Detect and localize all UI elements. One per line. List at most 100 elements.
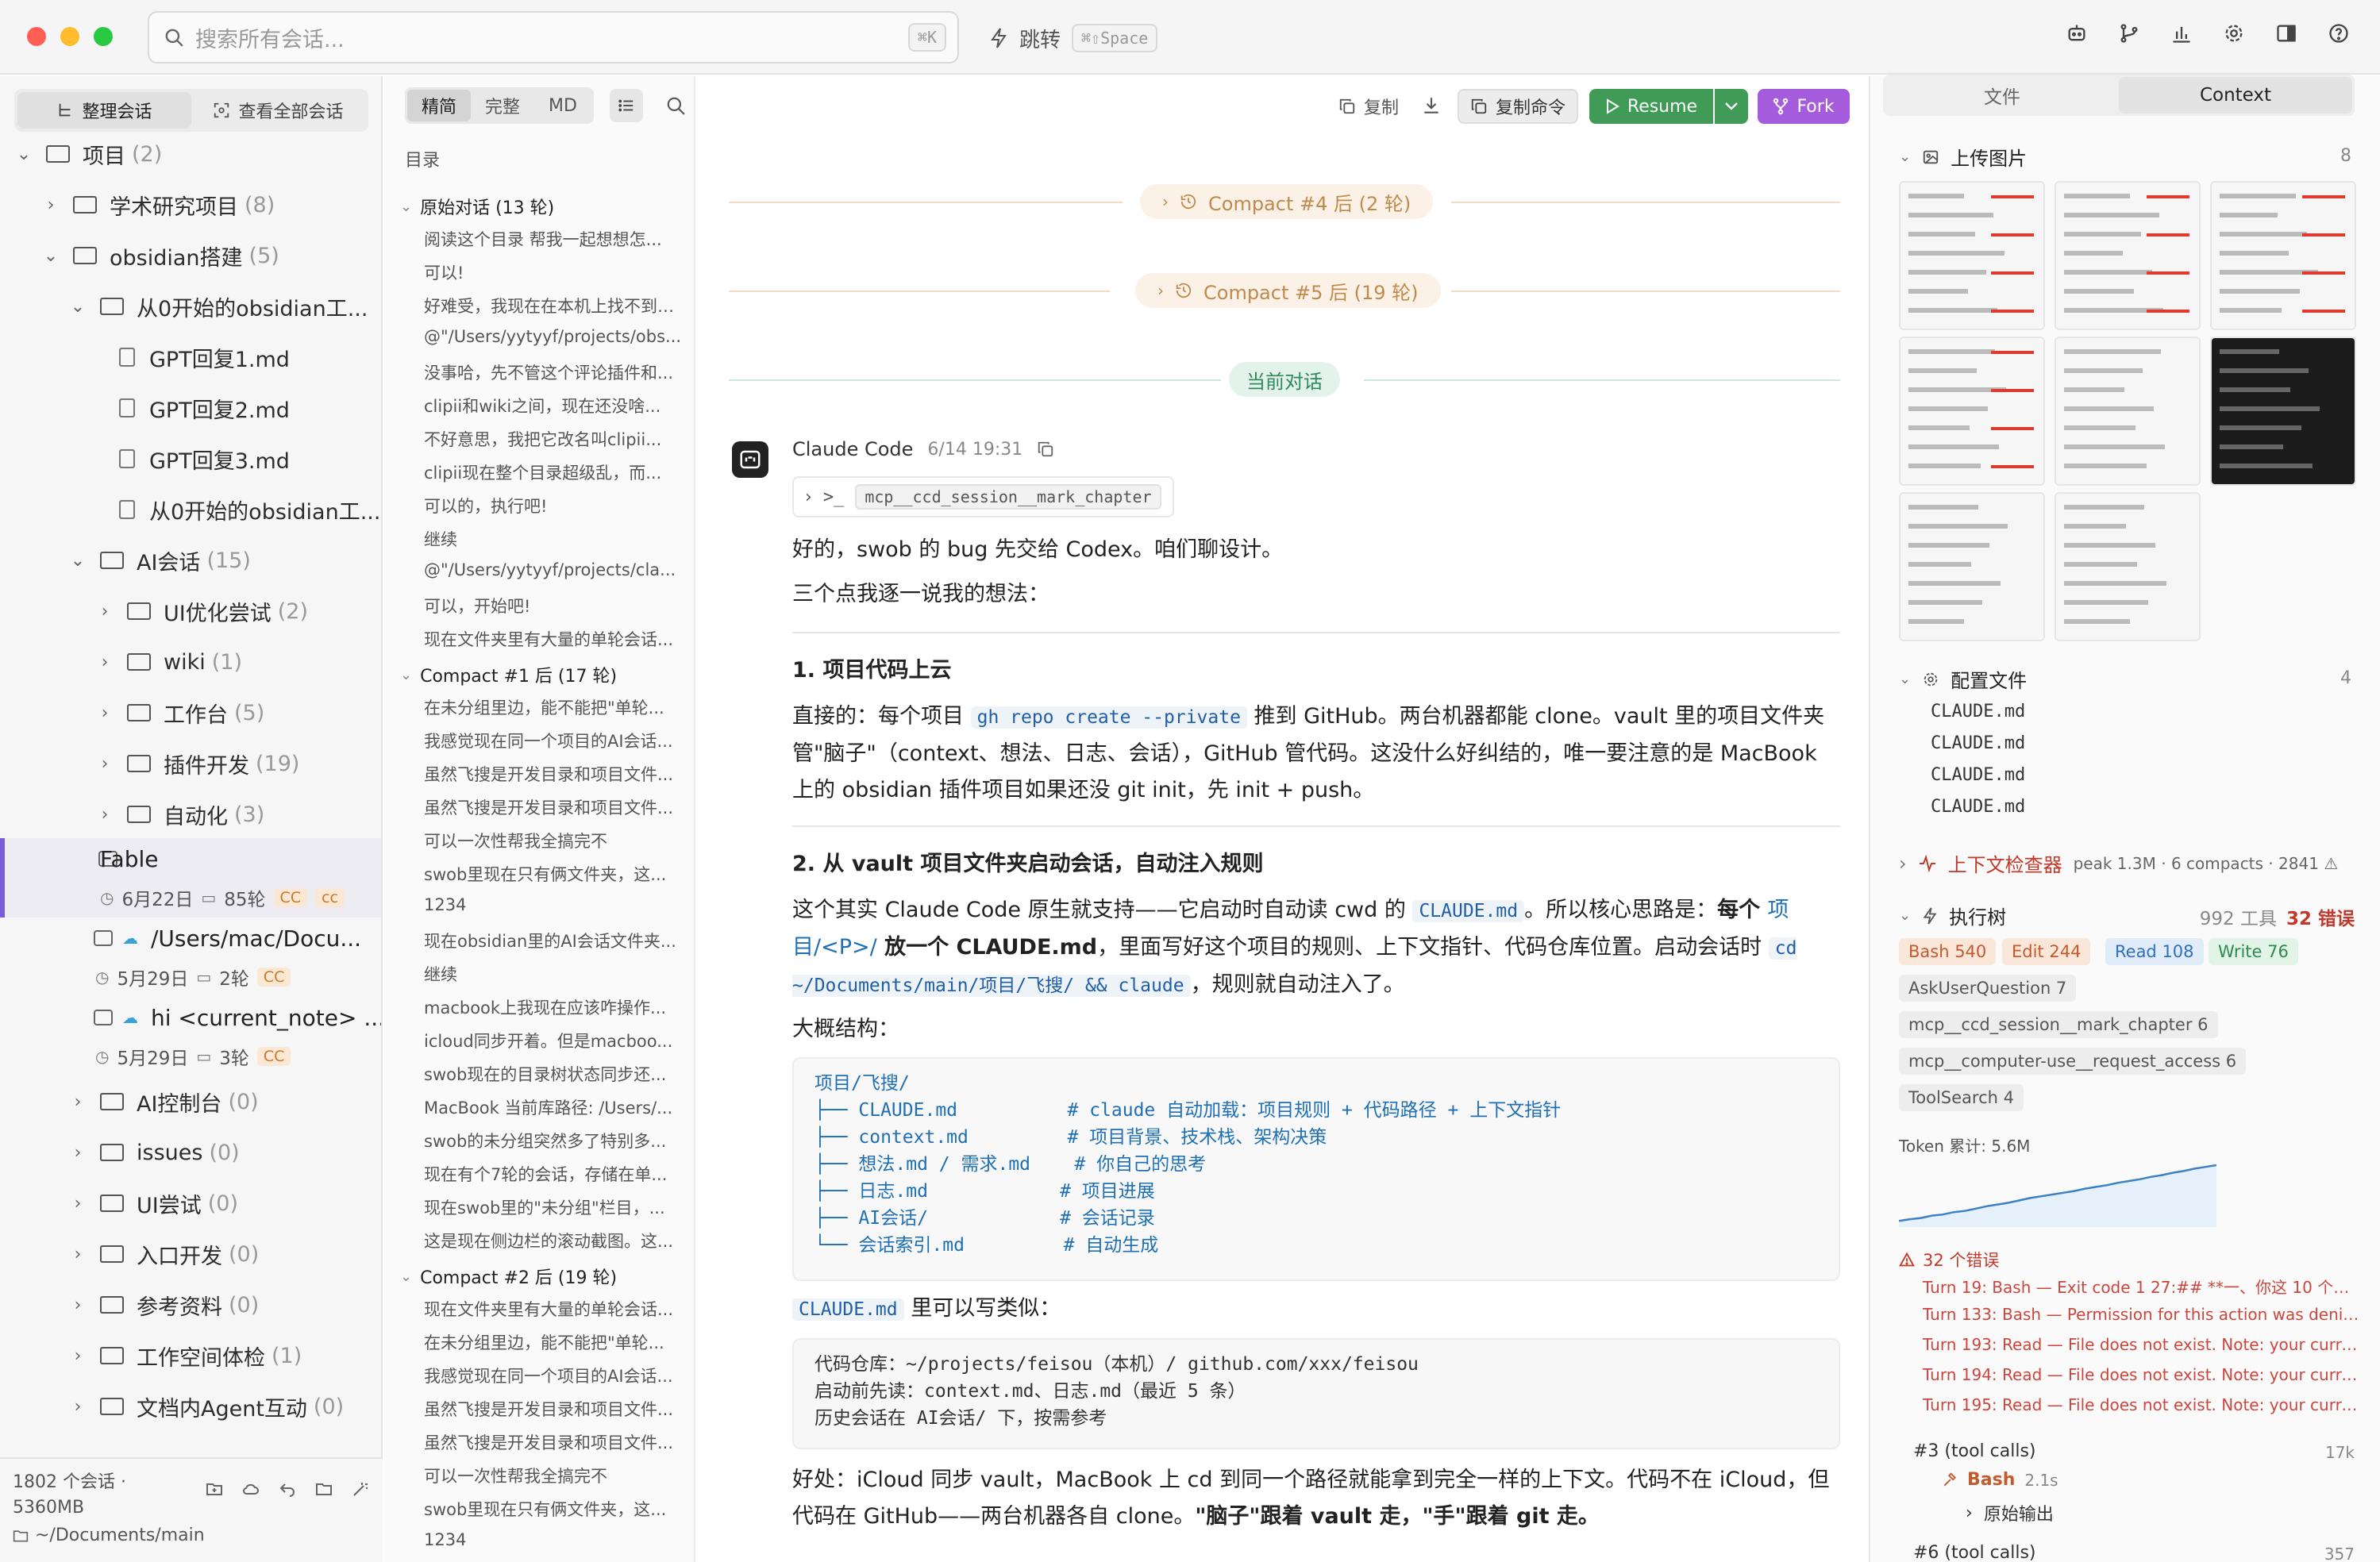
toc-item[interactable]: 好难受，我现在在本机上找不到开...	[424, 294, 686, 317]
vault-path[interactable]: ~/Documents/main	[13, 1525, 205, 1545]
tool-tag[interactable]: mcp__computer-use__request_access 6	[1899, 1048, 2247, 1075]
folder-add-icon[interactable]	[205, 1479, 224, 1499]
toc-item[interactable]: 现在swob里的"未分组"栏目，...	[424, 1195, 686, 1219]
image-thumbnail[interactable]	[1899, 337, 2045, 486]
session-item[interactable]: Fable ◷ 6月22日 ▭ 85轮 CC cc	[0, 838, 381, 918]
toc-item[interactable]: swob的未分组突然多了特别多...	[424, 1129, 686, 1152]
chevron-right-icon[interactable]: ›	[95, 805, 114, 825]
image-thumbnail[interactable]	[2055, 492, 2201, 641]
tree-item-folder[interactable]: › wiki (1)	[0, 638, 381, 686]
images-section-header[interactable]: ⌄ 上传图片	[1899, 143, 2027, 171]
chevron-right-icon[interactable]: ›	[68, 1245, 87, 1264]
cloud-icon[interactable]	[241, 1479, 260, 1499]
toc-item[interactable]: 在未分组里边，能不能把"单轮...	[424, 1330, 686, 1354]
errors-header[interactable]: 32 个错误	[1899, 1248, 1999, 1272]
tool-call-group[interactable]: #3 (tool calls)	[1913, 1441, 2036, 1461]
toc-item[interactable]: swob里现在只有俩文件夹，这...	[424, 862, 686, 886]
config-file[interactable]: CLAUDE.md	[1931, 797, 2025, 817]
toc-item[interactable]: 继续	[424, 527, 686, 551]
toc-item[interactable]: 虽然飞搜是开发目录和项目文件...	[424, 795, 686, 819]
toc-item[interactable]: 现在文件夹里有大量的单轮会话...	[424, 627, 686, 651]
tab-all-sessions[interactable]: 查看全部会话	[191, 92, 365, 129]
tool-tag[interactable]: Read 108	[2105, 938, 2204, 965]
toc-item[interactable]: clipii现在整个目录超级乱，而...	[424, 460, 686, 484]
tree-item-folder[interactable]: ⌄ obsidian搭建 (5)	[0, 232, 381, 279]
tree-item-folder[interactable]: › 工作空间体检 (1)	[0, 1332, 381, 1379]
toc-item[interactable]: 可以一次性帮我全搞完不	[424, 829, 686, 852]
chevron-right-icon[interactable]: ›	[68, 1346, 87, 1366]
copy-button[interactable]: 复制	[1327, 89, 1410, 124]
chevron-right-icon[interactable]: ›	[95, 703, 114, 723]
tool-tag[interactable]: ToolSearch 4	[1899, 1084, 2024, 1111]
tool-tag[interactable]: mcp__ccd_session__mark_chapter 6	[1899, 1011, 2218, 1038]
inspector-section-header[interactable]: › 上下文检查器 peak 1.3M · 6 compacts · 2841 ⚠	[1899, 849, 2338, 877]
toc-item[interactable]: 现在有个7轮的会话，存储在单...	[424, 1162, 686, 1186]
search-input[interactable]: 搜索所有会话...	[195, 22, 908, 53]
error-item[interactable]: Turn 193: Read — File does not exist. No…	[1923, 1335, 2359, 1354]
fork-button[interactable]: Fork	[1758, 89, 1850, 124]
chevron-down-icon[interactable]: ⌄	[68, 551, 87, 571]
help-icon[interactable]	[2328, 22, 2350, 44]
jump-button[interactable]: 跳转 ⌘⇧Space	[989, 21, 1158, 56]
toc-item[interactable]: 没事哈，先不管这个评论插件和...	[424, 360, 686, 384]
gear-icon[interactable]	[2223, 22, 2245, 44]
tree-item-folder[interactable]: › UI尝试 (0)	[0, 1179, 381, 1227]
tree-item-folder[interactable]: › 参考资料 (0)	[0, 1281, 381, 1329]
toc-item[interactable]: 可以一次性帮我全搞完不	[424, 1464, 686, 1487]
toc-item[interactable]: 我感觉现在同一个项目的AI会话...	[424, 1364, 686, 1387]
chevron-right-icon[interactable]: ›	[95, 652, 114, 672]
tab-organize-sessions[interactable]: 整理会话	[17, 92, 191, 129]
chevron-right-icon[interactable]: ›	[68, 1295, 87, 1315]
toc-item[interactable]: @"/Users/yytyyf/projects/cla...	[424, 560, 686, 579]
image-thumbnail[interactable]	[2210, 181, 2356, 330]
chevron-right-icon[interactable]: ›	[95, 754, 114, 774]
toc-item[interactable]: 虽然飞搜是开发目录和项目文件...	[424, 762, 686, 786]
toc-section[interactable]: ⌄ 原始对话 (13 轮)	[400, 194, 554, 219]
minimize-window-button[interactable]	[60, 27, 79, 46]
toc-item[interactable]: 继续	[424, 962, 686, 986]
tree-item-file[interactable]: 从0开始的obsidian工...	[0, 486, 381, 533]
toc-item[interactable]: 1234	[424, 1530, 686, 1549]
toc-item[interactable]: 可以!	[424, 260, 686, 284]
toc-item[interactable]: 1234	[424, 895, 686, 914]
tool-call-group[interactable]: #6 (tool calls)	[1913, 1543, 2036, 1562]
toc-section[interactable]: ⌄ Compact #2 后 (19 轮)	[400, 1264, 617, 1289]
folder-icon[interactable]	[314, 1479, 333, 1499]
download-icon[interactable]	[1421, 95, 1442, 116]
error-item[interactable]: Turn 195: Read — File does not exist. No…	[1923, 1395, 2359, 1414]
tab-context[interactable]: Context	[2119, 77, 2352, 113]
toc-item[interactable]: 虽然飞搜是开发目录和项目文件...	[424, 1430, 686, 1454]
error-item[interactable]: Turn 194: Read — File does not exist. No…	[1923, 1365, 2359, 1384]
magic-wand-icon[interactable]	[351, 1479, 370, 1499]
raw-output-toggle[interactable]: › 原始输出	[1966, 1500, 2054, 1525]
toc-item[interactable]: icloud同步开着。但是macboo...	[424, 1029, 686, 1052]
toc-item[interactable]: clipii和wiki之间，现在还没啥...	[424, 394, 686, 417]
toc-item[interactable]: MacBook 当前库路径: /Users/...	[424, 1095, 686, 1119]
view-md[interactable]: MD	[534, 90, 591, 121]
panel-layout-icon[interactable]	[2275, 22, 2297, 44]
global-search[interactable]: 搜索所有会话... ⌘K	[148, 11, 959, 63]
resume-options-button[interactable]	[1715, 89, 1748, 124]
chevron-right-icon[interactable]: ›	[68, 1143, 87, 1163]
tree-item-folder[interactable]: › 自动化 (3)	[0, 791, 381, 838]
toc-item[interactable]: 现在文件夹里有大量的单轮会话...	[424, 1297, 686, 1321]
close-window-button[interactable]	[27, 27, 46, 46]
tree-item-folder[interactable]: › AI控制台 (0)	[0, 1078, 381, 1125]
config-file[interactable]: CLAUDE.md	[1931, 733, 2025, 753]
bash-call-row[interactable]: Bash 2.1s	[1942, 1470, 2058, 1490]
image-thumbnail[interactable]	[2210, 337, 2356, 486]
image-thumbnail[interactable]	[1899, 181, 2045, 330]
toc-item[interactable]: swob现在的目录树状态同步还...	[424, 1062, 686, 1086]
toc-section[interactable]: ⌄ Compact #1 后 (17 轮)	[400, 662, 617, 687]
chevron-down-icon[interactable]: ⌄	[14, 144, 33, 164]
chevron-right-icon[interactable]: ›	[41, 195, 60, 215]
tree-item-folder[interactable]: ⌄ 从0开始的obsidian工...	[0, 283, 381, 330]
zoom-window-button[interactable]	[94, 27, 113, 46]
toc-toggle-button[interactable]	[610, 89, 643, 122]
toc-item[interactable]: 这是现在侧边栏的滚动截图。这...	[424, 1229, 686, 1252]
chevron-down-icon[interactable]: ⌄	[68, 297, 87, 317]
git-branch-icon[interactable]	[2118, 22, 2140, 44]
tree-item-folder[interactable]: › 插件开发 (19)	[0, 740, 381, 787]
session-item[interactable]: ☁ /Users/mac/Docu... ◷ 5月29日 ▭ 2轮 CC	[0, 918, 381, 997]
exec-tree-section-header[interactable]: ⌄ 执行树	[1899, 902, 2006, 929]
